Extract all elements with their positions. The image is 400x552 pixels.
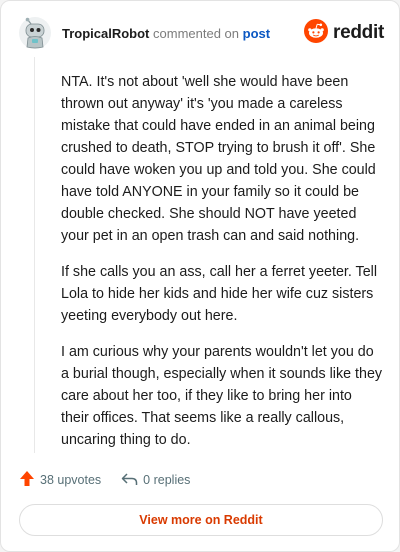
upvote-count: 38 upvotes	[40, 473, 102, 487]
reddit-logo-icon	[304, 18, 329, 48]
reddit-brand[interactable]: reddit	[304, 18, 384, 48]
comment-paragraph: If she calls you an ass, call her a ferr…	[61, 264, 378, 324]
snoo-avatar-icon[interactable]	[18, 16, 52, 50]
comment-body: NTA. It's not about 'well she would have…	[61, 71, 383, 465]
byline-action-text: commented on	[153, 26, 240, 41]
username-link[interactable]: TropicalRobot	[62, 26, 149, 41]
upvote-arrow-icon	[19, 470, 35, 490]
thread-line	[34, 57, 35, 453]
comment-actions: 38 upvotes 0 replies	[19, 470, 190, 490]
reddit-wordmark: reddit	[333, 22, 384, 43]
reply-count: 0 replies	[143, 473, 191, 487]
view-more-button[interactable]: View more on Reddit	[19, 504, 383, 536]
comment-header: TropicalRobot commented on post reddit	[18, 16, 384, 52]
comment-paragraph: I am curious why your parents wouldn't l…	[61, 344, 383, 448]
replies-button[interactable]: 0 replies	[121, 472, 190, 489]
post-link[interactable]: post	[243, 26, 270, 41]
comment-paragraph: NTA. It's not about 'well she would have…	[61, 74, 376, 244]
upvote-button[interactable]: 38 upvotes	[19, 470, 101, 490]
comment-embed-card: TropicalRobot commented on post reddit N…	[0, 0, 400, 552]
reply-arrow-icon	[121, 472, 138, 489]
comment-byline: TropicalRobot commented on post	[62, 26, 270, 42]
